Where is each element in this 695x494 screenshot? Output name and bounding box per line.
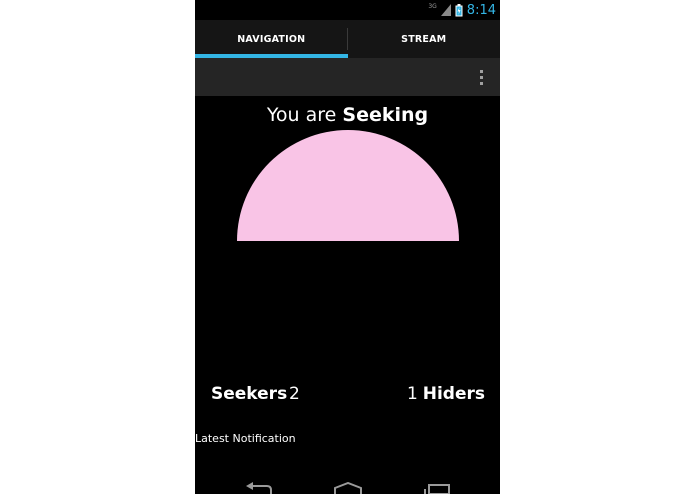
status-prefix: You are xyxy=(266,104,337,126)
back-icon[interactable] xyxy=(243,482,273,494)
player-status: You are Seeking xyxy=(195,104,500,126)
signal-icon xyxy=(440,4,451,16)
hiders-count: 1 xyxy=(407,384,418,404)
player-counts: Seekers 2 1 Hiders xyxy=(195,384,500,410)
overflow-menu-icon[interactable] xyxy=(474,67,488,87)
clock: 8:14 xyxy=(466,2,496,18)
status-mode: Seeking xyxy=(342,104,429,126)
phone-screen: 3G 8:14 NAVIGATION STREAM You are Seekin… xyxy=(195,0,500,494)
battery-icon xyxy=(455,3,463,16)
tab-navigation[interactable]: NAVIGATION xyxy=(195,20,348,58)
status-icons: 3G 8:14 xyxy=(428,0,496,20)
tab-stream[interactable]: STREAM xyxy=(348,20,501,58)
latest-notification-label: Latest Notification xyxy=(195,432,296,445)
seekers-label: Seekers xyxy=(211,384,288,404)
seekers-count: 2 xyxy=(289,384,300,404)
tab-stream-label: STREAM xyxy=(401,33,447,45)
radar-dome xyxy=(237,130,459,241)
action-bar xyxy=(195,58,500,96)
home-icon[interactable] xyxy=(333,482,363,494)
recent-apps-icon[interactable] xyxy=(423,482,453,494)
tab-navigation-label: NAVIGATION xyxy=(237,33,306,45)
system-nav-bar xyxy=(195,476,500,494)
status-bar: 3G 8:14 xyxy=(195,0,500,20)
hiders-label: Hiders xyxy=(422,384,485,404)
network-type: 3G xyxy=(428,2,437,10)
tab-divider xyxy=(347,28,348,50)
